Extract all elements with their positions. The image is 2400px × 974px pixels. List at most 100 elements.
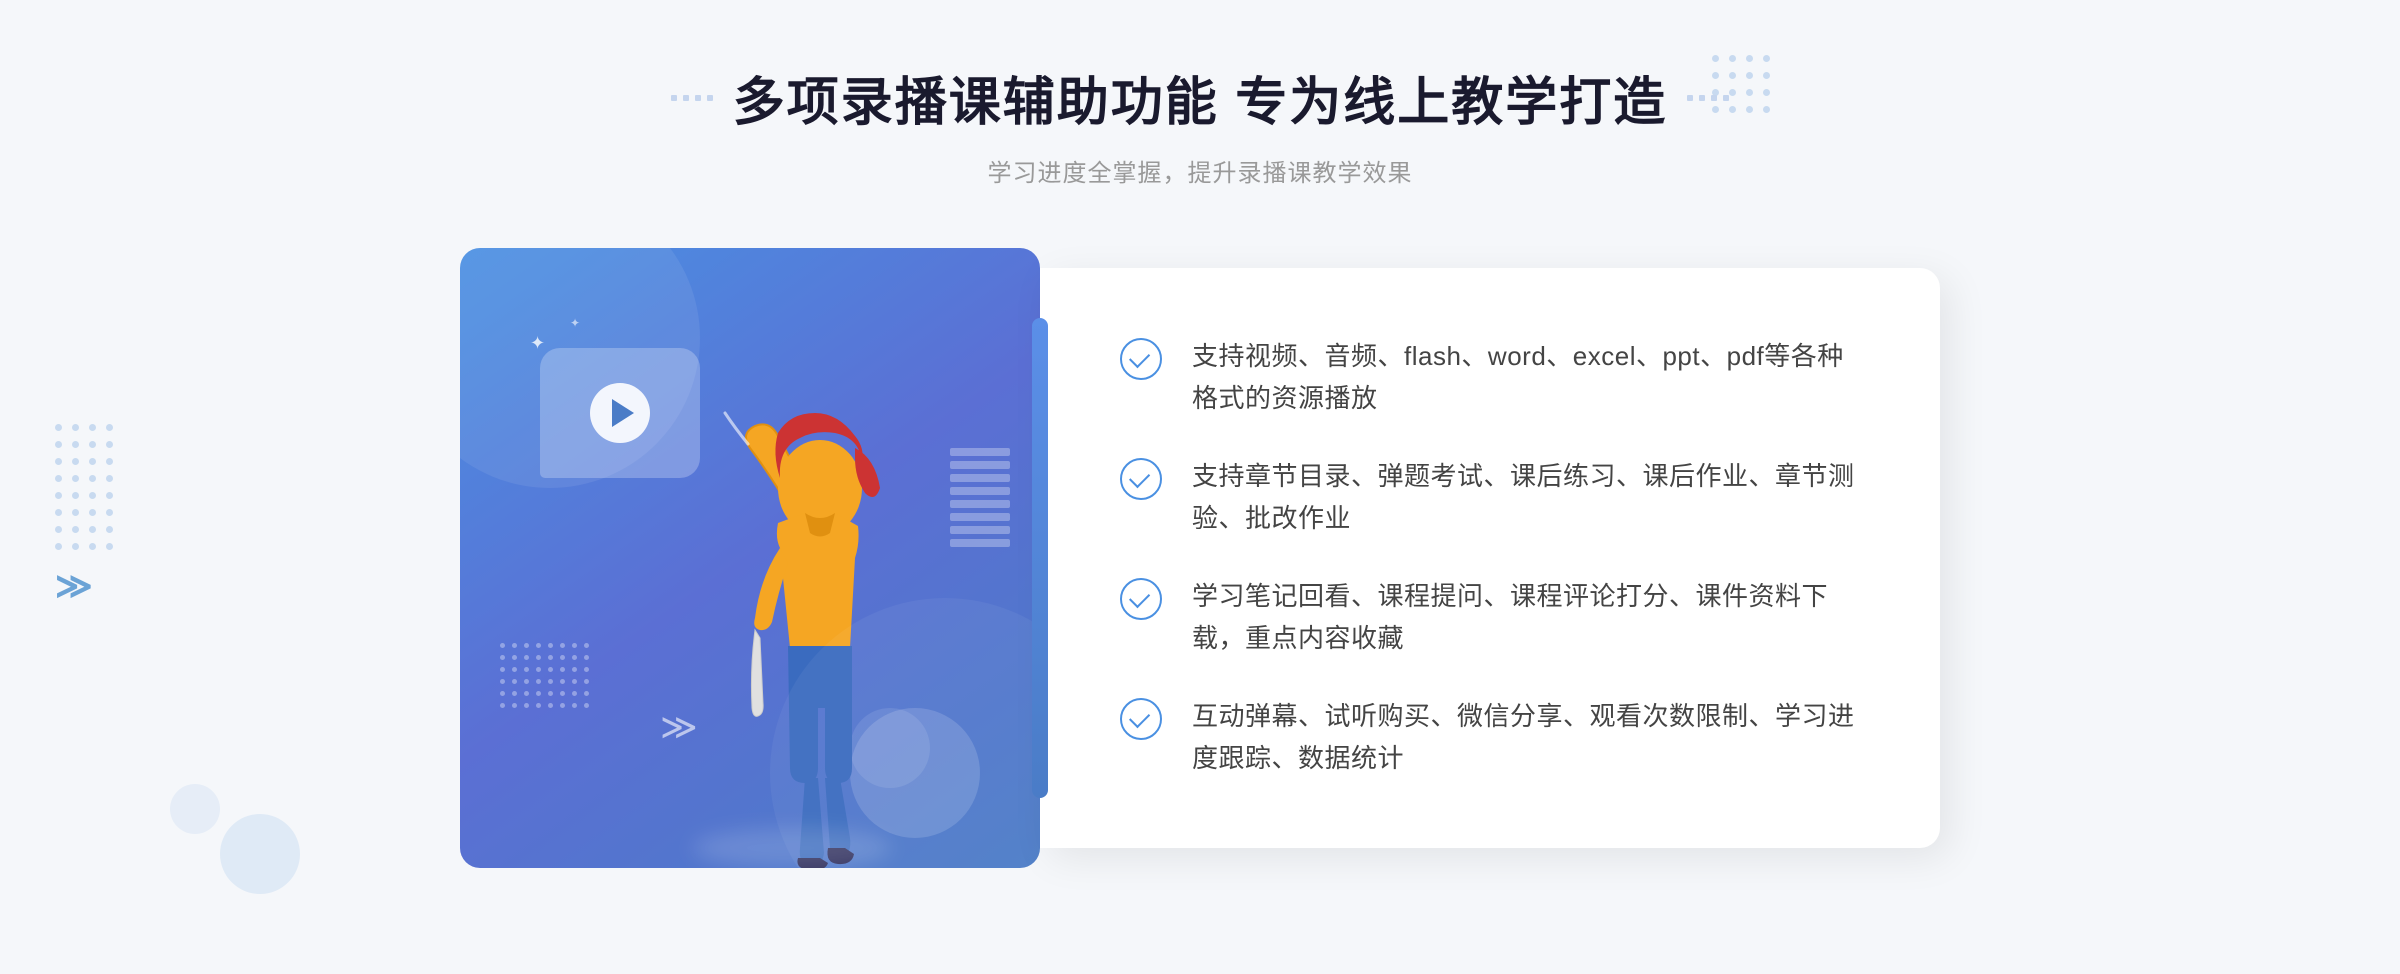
- illus-dot: [548, 667, 553, 672]
- page-dot: [55, 492, 62, 499]
- illus-dot: [560, 667, 565, 672]
- illus-dot: [584, 691, 589, 696]
- title-decorator-right: [1687, 95, 1729, 101]
- illus-dot: [536, 679, 541, 684]
- page-dot: [89, 543, 96, 550]
- circle-decoration-2: [850, 708, 930, 788]
- feature-text-2: 支持章节目录、弹题考试、课后练习、课后作业、章节测验、批改作业: [1192, 456, 1860, 539]
- page-dot: [72, 475, 79, 482]
- page-dot: [1763, 72, 1770, 79]
- page-dot: [106, 543, 113, 550]
- check-icon-3: [1120, 578, 1162, 620]
- page-dot: [72, 492, 79, 499]
- page-wrapper: // Generated inline by template script b…: [0, 0, 2400, 974]
- page-dot: [55, 543, 62, 550]
- illus-dot: [500, 691, 505, 696]
- illus-dot: [512, 667, 517, 672]
- feature-item-3: 学习笔记回看、课程提问、课程评论打分、课件资料下载，重点内容收藏: [1120, 576, 1860, 659]
- person-illustration: [660, 348, 960, 868]
- ground-glow: [692, 828, 892, 868]
- illus-dot: [548, 691, 553, 696]
- blue-sidebar: [1032, 318, 1048, 798]
- check-icon-2: [1120, 458, 1162, 500]
- page-dot: [89, 492, 96, 499]
- feature-item-2: 支持章节目录、弹题考试、课后练习、课后作业、章节测验、批改作业: [1120, 456, 1860, 539]
- check-icon-1: [1120, 338, 1162, 380]
- illus-dot: [500, 643, 505, 648]
- illus-dot: [524, 691, 529, 696]
- illus-dot: [572, 691, 577, 696]
- play-triangle: [612, 399, 634, 427]
- dot-1: [671, 95, 677, 101]
- illus-dot: [584, 655, 589, 660]
- sparkle-deco-2: ✦: [570, 316, 580, 330]
- main-content: ✦ ✦ ≫: [460, 248, 1940, 868]
- arrows-left-decoration: ≫: [55, 565, 93, 607]
- illus-dot: [584, 679, 589, 684]
- illus-dot: [560, 679, 565, 684]
- page-dot: [106, 526, 113, 533]
- feature-item-4: 互动弹幕、试听购买、微信分享、观看次数限制、学习进度跟踪、数据统计: [1120, 696, 1860, 779]
- page-dot: [89, 509, 96, 516]
- illus-dot: [500, 679, 505, 684]
- dot-3: [695, 95, 701, 101]
- page-dot: [72, 424, 79, 431]
- dot-8: [1723, 95, 1729, 101]
- illus-dot: [524, 667, 529, 672]
- page-dot: [55, 424, 62, 431]
- page-dot: [89, 526, 96, 533]
- illus-dot: [524, 643, 529, 648]
- page-dot-pattern-left: [55, 424, 113, 550]
- title-decorator-left: [671, 95, 713, 101]
- page-dot: [1729, 72, 1736, 79]
- check-mark-2: [1129, 467, 1150, 488]
- page-dot: [89, 424, 96, 431]
- header-section: 多项录播课辅助功能 专为线上教学打造 学习进度全掌握，提升录播课教学效果: [671, 60, 1729, 188]
- check-mark-1: [1129, 347, 1150, 368]
- feature-item-1: 支持视频、音频、flash、word、excel、ppt、pdf等各种格式的资源…: [1120, 336, 1860, 419]
- illus-dot: [512, 703, 517, 708]
- page-dot: [1746, 89, 1753, 96]
- page-dot: [72, 543, 79, 550]
- dot-6: [1699, 95, 1705, 101]
- features-card: 支持视频、音频、flash、word、excel、ppt、pdf等各种格式的资源…: [1040, 268, 1940, 848]
- illus-dot: [584, 703, 589, 708]
- illus-dot: [536, 703, 541, 708]
- page-dot: [55, 441, 62, 448]
- page-subtitle: 学习进度全掌握，提升录播课教学效果: [671, 153, 1729, 188]
- sparkle-deco: ✦: [530, 333, 545, 354]
- illus-dot: [524, 703, 529, 708]
- check-mark-4: [1129, 707, 1150, 728]
- play-icon-circle: [590, 383, 650, 443]
- illus-dot: [572, 679, 577, 684]
- illus-dot: [572, 655, 577, 660]
- page-dot: [89, 475, 96, 482]
- page-dot: [1729, 55, 1736, 62]
- page-dot: [1763, 55, 1770, 62]
- illus-dot: [548, 643, 553, 648]
- page-dot: [1746, 72, 1753, 79]
- illus-dot: [572, 703, 577, 708]
- illus-dot: [536, 643, 541, 648]
- page-dot: [89, 441, 96, 448]
- page-dot: [55, 509, 62, 516]
- page-dot: [106, 458, 113, 465]
- page-dot: [89, 458, 96, 465]
- main-title: 多项录播课辅助功能 专为线上教学打造: [733, 60, 1667, 135]
- feature-text-1: 支持视频、音频、flash、word、excel、ppt、pdf等各种格式的资源…: [1192, 336, 1860, 419]
- page-dot: [1763, 89, 1770, 96]
- title-row: 多项录播课辅助功能 专为线上教学打造: [671, 60, 1729, 135]
- illus-dot: [512, 655, 517, 660]
- dot-7: [1711, 95, 1717, 101]
- illus-dot: [500, 703, 505, 708]
- illus-dot: [548, 655, 553, 660]
- illus-dot-grid: [500, 643, 589, 708]
- page-dot: [72, 441, 79, 448]
- page-dot: [106, 424, 113, 431]
- feature-text-4: 互动弹幕、试听购买、微信分享、观看次数限制、学习进度跟踪、数据统计: [1192, 696, 1860, 779]
- illus-dot: [500, 655, 505, 660]
- page-dot: [1729, 106, 1736, 113]
- left-circle-small: [170, 784, 220, 834]
- illus-dot: [512, 643, 517, 648]
- page-dot: [55, 526, 62, 533]
